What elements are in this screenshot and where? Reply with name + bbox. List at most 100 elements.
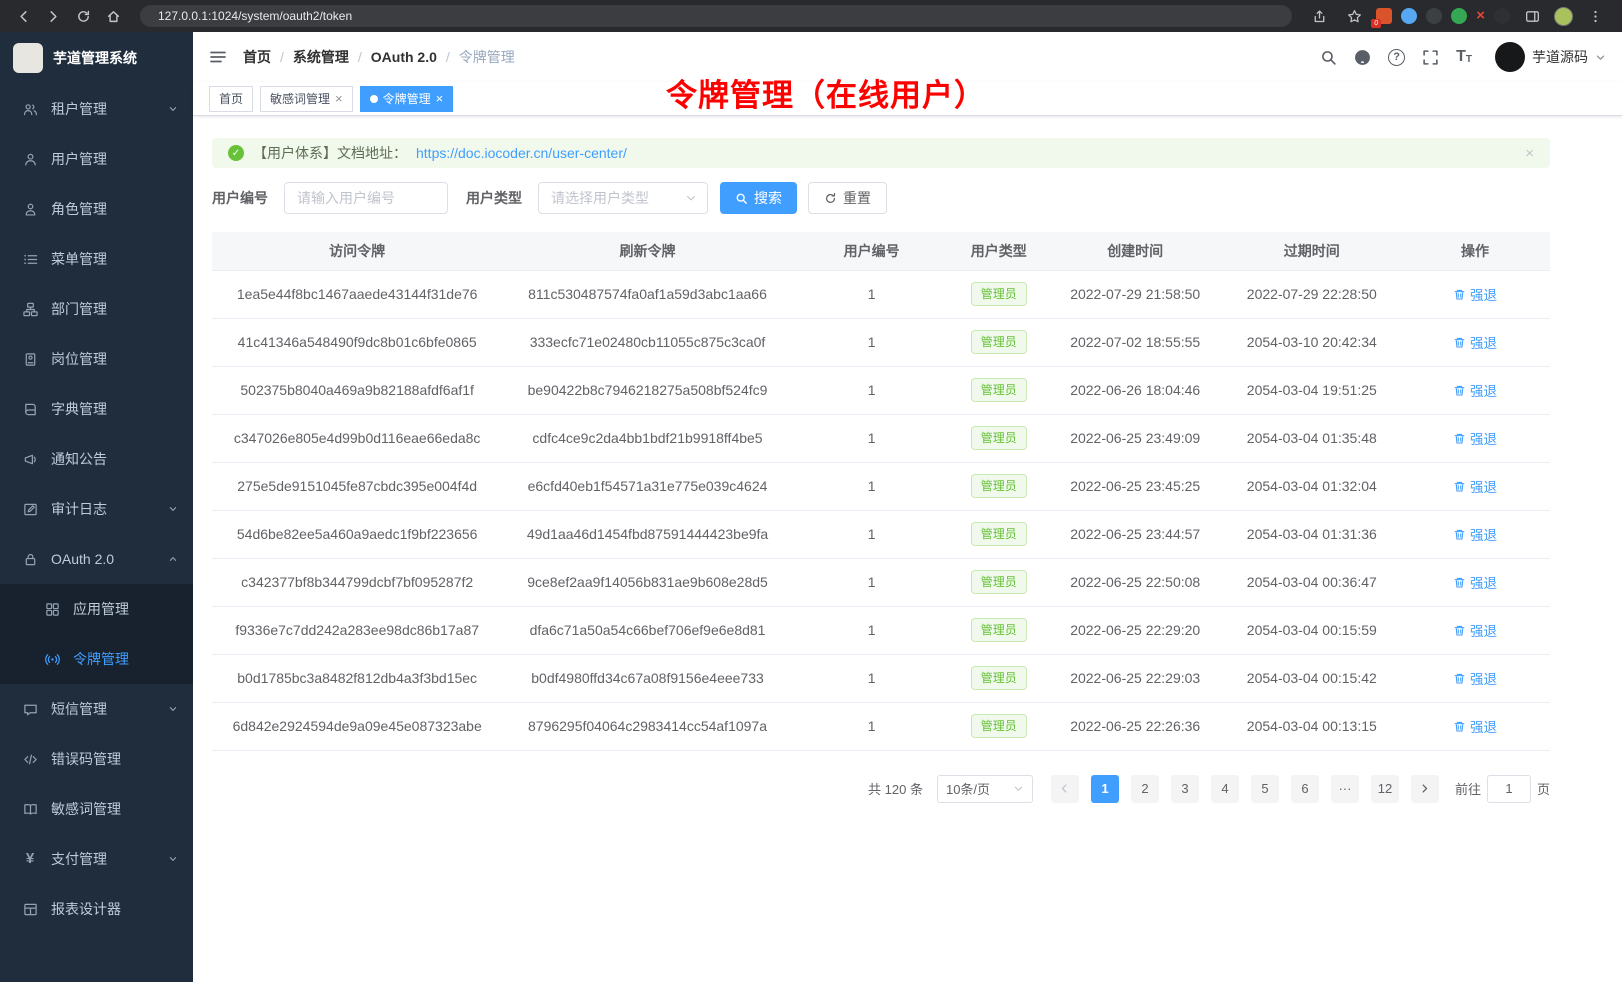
sidebar-item-sms[interactable]: 短信管理 bbox=[0, 684, 193, 734]
user-type-badge: 管理员 bbox=[971, 426, 1027, 450]
active-tab-dot bbox=[370, 95, 378, 103]
back-icon[interactable] bbox=[10, 4, 36, 28]
breadcrumb-oauth[interactable]: OAuth 2.0 bbox=[371, 49, 437, 65]
next-page-button[interactable] bbox=[1411, 775, 1439, 803]
tab-token-management[interactable]: 令牌管理 × bbox=[360, 86, 454, 112]
breadcrumb-system[interactable]: 系统管理 bbox=[293, 47, 349, 67]
page-button[interactable]: 3 bbox=[1171, 775, 1199, 803]
sidebar-panel-icon[interactable] bbox=[1519, 4, 1545, 28]
user-id-input[interactable] bbox=[284, 182, 448, 214]
tab-home[interactable]: 首页 bbox=[209, 86, 253, 112]
user-avatar bbox=[1495, 42, 1525, 72]
extension-icon[interactable] bbox=[1451, 8, 1467, 24]
sidebar-item-tenant[interactable]: 租户管理 bbox=[0, 84, 193, 134]
sidebar-item-notice[interactable]: 通知公告 bbox=[0, 434, 193, 484]
extension-icon[interactable] bbox=[1426, 8, 1442, 24]
sidebar-item-token-management[interactable]: 令牌管理 bbox=[0, 634, 193, 684]
sidebar-item-app-management[interactable]: 应用管理 bbox=[0, 584, 193, 634]
breadcrumb-home[interactable]: 首页 bbox=[243, 47, 271, 67]
reload-icon[interactable] bbox=[70, 4, 96, 28]
browser-profile-avatar[interactable] bbox=[1554, 7, 1573, 26]
sidebar-item-payment[interactable]: ¥ 支付管理 bbox=[0, 834, 193, 884]
force-logout-button[interactable]: 强退 bbox=[1453, 476, 1497, 496]
force-logout-button[interactable]: 强退 bbox=[1453, 332, 1497, 352]
reset-button[interactable]: 重置 bbox=[808, 182, 887, 214]
search-icon[interactable] bbox=[1320, 49, 1337, 66]
close-icon[interactable]: × bbox=[436, 92, 444, 105]
page-button[interactable]: 2 bbox=[1131, 775, 1159, 803]
chevron-down-icon bbox=[167, 503, 179, 515]
force-logout-button[interactable]: 强退 bbox=[1453, 428, 1497, 448]
sidebar-item-dict[interactable]: 字典管理 bbox=[0, 384, 193, 434]
prev-page-button[interactable] bbox=[1051, 775, 1079, 803]
sidebar-item-sensitive-words[interactable]: 敏感词管理 bbox=[0, 784, 193, 834]
close-icon[interactable]: × bbox=[335, 92, 343, 105]
doc-link[interactable]: https://doc.iocoder.cn/user-center/ bbox=[416, 145, 627, 161]
user-type-badge: 管理员 bbox=[971, 618, 1027, 642]
list-icon bbox=[22, 251, 38, 267]
user-dropdown[interactable]: 芋道源码 bbox=[1495, 42, 1606, 72]
breadcrumb-current: 令牌管理 bbox=[459, 47, 515, 67]
chevron-down-icon bbox=[167, 853, 179, 865]
page-button[interactable]: 6 bbox=[1291, 775, 1319, 803]
extension-icon[interactable] bbox=[1401, 8, 1417, 24]
force-logout-button[interactable]: 强退 bbox=[1453, 716, 1497, 736]
search-button[interactable]: 搜索 bbox=[720, 182, 797, 214]
github-icon[interactable] bbox=[1354, 49, 1371, 66]
force-logout-button[interactable]: 强退 bbox=[1453, 668, 1497, 688]
docs-help-icon[interactable]: ? bbox=[1388, 49, 1405, 66]
col-user-type: 用户类型 bbox=[951, 232, 1047, 270]
url-text[interactable]: 127.0.0.1:1024/system/oauth2/token bbox=[158, 9, 352, 23]
chevron-down-icon bbox=[1013, 783, 1024, 794]
bookmark-star-icon[interactable] bbox=[1341, 4, 1367, 28]
sidebar-item-report-designer[interactable]: 报表设计器 bbox=[0, 884, 193, 934]
hamburger-icon[interactable] bbox=[209, 48, 227, 66]
message-icon bbox=[22, 701, 38, 717]
sidebar-item-oauth[interactable]: OAuth 2.0 bbox=[0, 534, 193, 584]
page-button[interactable]: 4 bbox=[1211, 775, 1239, 803]
extension-icon[interactable]: 0 bbox=[1376, 8, 1392, 24]
url-bar[interactable]: 127.0.0.1:1024/system/oauth2/token bbox=[140, 5, 1292, 27]
close-icon[interactable]: × bbox=[1525, 145, 1534, 162]
tab-sensitive-words[interactable]: 敏感词管理 × bbox=[260, 86, 353, 112]
page-button[interactable]: 1 bbox=[1091, 775, 1119, 803]
user-icon bbox=[22, 151, 38, 167]
sidebar-item-post[interactable]: 岗位管理 bbox=[0, 334, 193, 384]
share-icon[interactable] bbox=[1306, 4, 1332, 28]
col-expire-time: 过期时间 bbox=[1224, 232, 1401, 270]
force-logout-button[interactable]: 强退 bbox=[1453, 380, 1497, 400]
page-button[interactable]: 5 bbox=[1251, 775, 1279, 803]
extension-icon[interactable] bbox=[1494, 8, 1510, 24]
force-logout-button[interactable]: 强退 bbox=[1453, 524, 1497, 544]
sidebar-item-audit-log[interactable]: 审计日志 bbox=[0, 484, 193, 534]
table-row: 1ea5e44f8bc1467aaede43144f31de76 811c530… bbox=[212, 270, 1550, 318]
table-row: c342377bf8b344799dcbf7bf095287f2 9ce8ef2… bbox=[212, 558, 1550, 606]
sidebar-item-dept[interactable]: 部门管理 bbox=[0, 284, 193, 334]
col-create-time: 创建时间 bbox=[1047, 232, 1224, 270]
user-type-select[interactable]: 请选择用户类型 bbox=[538, 182, 708, 214]
more-pages-button[interactable]: ··· bbox=[1331, 775, 1359, 803]
force-logout-button[interactable]: 强退 bbox=[1453, 572, 1497, 592]
table-row: c347026e805e4d99b0d116eae66eda8c cdfc4ce… bbox=[212, 414, 1550, 462]
force-logout-button[interactable]: 强退 bbox=[1453, 284, 1497, 304]
forward-icon[interactable] bbox=[40, 4, 66, 28]
page-button[interactable]: 12 bbox=[1371, 775, 1399, 803]
sidebar-item-error-code[interactable]: 错误码管理 bbox=[0, 734, 193, 784]
browser-chrome: 127.0.0.1:1024/system/oauth2/token 0 × bbox=[0, 0, 1622, 32]
home-icon[interactable] bbox=[100, 4, 126, 28]
browser-menu-icon[interactable] bbox=[1582, 4, 1608, 28]
fullscreen-icon[interactable] bbox=[1422, 49, 1439, 66]
force-logout-button[interactable]: 强退 bbox=[1453, 620, 1497, 640]
page-size-select[interactable]: 10条/页 bbox=[937, 775, 1033, 803]
app-logo-link[interactable]: 芋道管理系统 bbox=[0, 32, 193, 84]
font-size-icon[interactable]: TT bbox=[1456, 49, 1472, 65]
sidebar-item-user[interactable]: 用户管理 bbox=[0, 134, 193, 184]
badge-icon bbox=[22, 351, 38, 367]
pagination: 共 120 条 10条/页 1 2 3 4 5 6 ··· 12 前往 页 bbox=[212, 775, 1550, 803]
sidebar-item-menu[interactable]: 菜单管理 bbox=[0, 234, 193, 284]
doc-alert: ✓ 【用户体系】文档地址： https://doc.iocoder.cn/use… bbox=[212, 138, 1550, 168]
extension-icon[interactable]: × bbox=[1476, 8, 1485, 24]
sidebar-item-role[interactable]: 角色管理 bbox=[0, 184, 193, 234]
goto-page-input[interactable] bbox=[1487, 775, 1531, 803]
table-row: f9336e7c7dd242a283ee98dc86b17a87 dfa6c71… bbox=[212, 606, 1550, 654]
